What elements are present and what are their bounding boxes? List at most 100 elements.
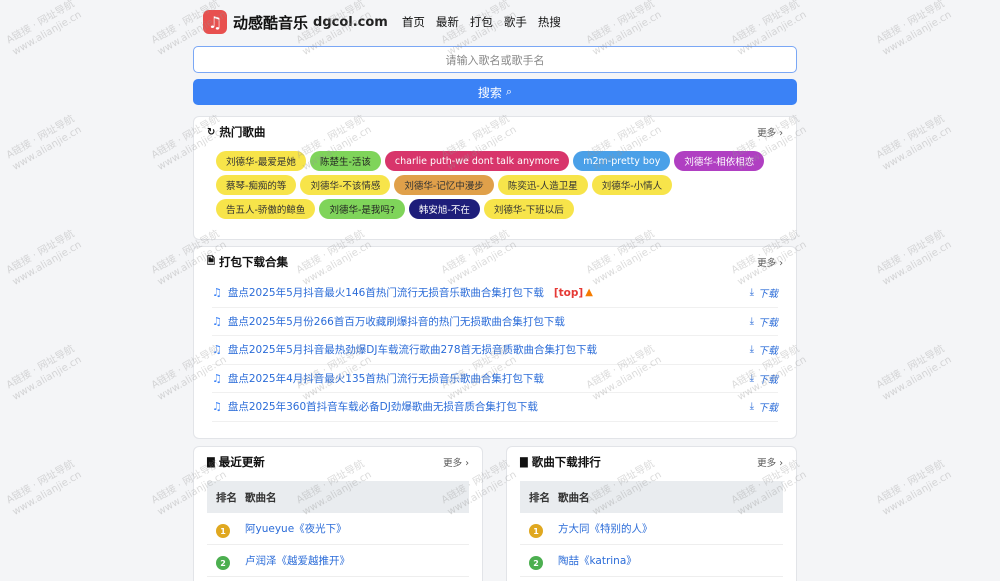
song-link[interactable]: 卢润泽《越爱越推开》 xyxy=(245,553,350,568)
col-rank: 排名 xyxy=(216,491,237,504)
hot-song-tag[interactable]: 刘德华-下班以后 xyxy=(483,199,574,219)
header: ♫ 动感酷音乐 dgcol.com 首页 最新 打包 歌手 热搜 xyxy=(203,8,572,36)
song-link[interactable]: 阿yueyue《夜光下》 xyxy=(245,521,347,536)
latest-table-header: 排名 歌曲名 xyxy=(207,481,469,513)
nav-home[interactable]: 首页 xyxy=(402,14,425,30)
hot-song-tag[interactable]: 刘德华-小情人 xyxy=(591,175,673,195)
site-name[interactable]: 动感酷音乐 xyxy=(233,12,308,33)
music-note-icon: ♫ xyxy=(212,286,222,300)
download-label: 下载 xyxy=(758,374,778,386)
watermark: A链接 · 网址导航 www.alianjie.cn xyxy=(4,458,84,518)
latest-title-text: 最近更新 xyxy=(218,455,265,469)
watermark: A链接 · 网址导航 www.alianjie.cn xyxy=(4,113,84,173)
music-note-icon: ♫ xyxy=(212,343,222,357)
watermark: A链接 · 网址导航 www.alianjie.cn xyxy=(4,343,84,403)
ranking-title-text: 歌曲下载排行 xyxy=(531,455,601,469)
pack-download-title-text: 打包下载合集 xyxy=(219,255,289,269)
download-link[interactable]: ⤓ 下载 xyxy=(750,371,778,386)
pack-download-title: 🗎 打包下载合集 xyxy=(207,254,288,271)
music-note-icon: ♫ xyxy=(212,400,222,414)
pack-row: ♫ 盘点2025年5月抖音最火146首热门流行无损音乐歌曲合集打包下载 [top] ▲… xyxy=(212,279,778,308)
main-nav: 首页 最新 打包 歌手 热搜 xyxy=(402,14,572,30)
pack-link[interactable]: 盘点2025年5月份266首百万收藏刷爆抖音的热门无损歌曲合集打包下载 xyxy=(228,314,565,329)
nav-packs[interactable]: 打包 xyxy=(470,14,493,30)
search-button-label: 搜索 xyxy=(477,85,502,100)
pack-more-link[interactable]: 更多 › xyxy=(757,255,783,269)
pack-row: ♫ 盘点2025年360首抖音车载必备DJ劲爆歌曲无损音质合集打包下载 ⤓ 下载 xyxy=(212,393,778,422)
table-row: 1 阿yueyue《夜光下》 xyxy=(207,513,469,545)
history-icon: ↻ xyxy=(207,126,216,138)
document-icon: 🗎 xyxy=(207,255,216,267)
latest-more-link[interactable]: 更多 › xyxy=(443,455,469,469)
hot-song-tag[interactable]: 刘德华-最爱是她 xyxy=(216,151,306,171)
download-label: 下载 xyxy=(758,346,778,358)
table-row: 2 陶喆《katrina》 xyxy=(520,545,783,577)
hot-song-tag[interactable]: 陈楚生-活该 xyxy=(309,151,381,171)
hot-song-tags: 刘德华-最爱是她 陈楚生-活该 charlie puth-we dont talk … xyxy=(194,147,796,223)
hot-song-tag[interactable]: charlie puth-we dont talk anymore xyxy=(384,151,570,171)
hot-song-tag[interactable]: m2m-pretty boy xyxy=(573,151,671,171)
search-icon: ⌕ xyxy=(505,85,513,98)
pack-row: ♫ 盘点2025年5月份266首百万收藏刷爆抖音的热门无损歌曲合集打包下载 ⤓ 下载 xyxy=(212,308,778,336)
nav-latest[interactable]: 最新 xyxy=(436,14,459,30)
song-link[interactable]: 陶喆《katrina》 xyxy=(558,553,637,568)
watermark: A链接 · 网址导航 www.alianjie.cn xyxy=(4,228,84,288)
pack-link[interactable]: 盘点2025年360首抖音车载必备DJ劲爆歌曲无损音质合集打包下载 xyxy=(228,399,538,414)
top-badge: [top] xyxy=(553,286,584,299)
search-input[interactable]: 请输入歌名或歌手名 xyxy=(193,46,797,73)
hot-song-tag[interactable]: 刘德华-不该情感 xyxy=(300,175,391,195)
hot-song-tag[interactable]: 陈奕迅-人造卫星 xyxy=(497,175,588,195)
hot-song-tag[interactable]: 刘德华-相依相恋 xyxy=(674,151,765,171)
latest-title: ▇ 最近更新 xyxy=(207,454,265,470)
pack-list: ♫ 盘点2025年5月抖音最火146首热门流行无损音乐歌曲合集打包下载 [top] ▲… xyxy=(194,277,796,422)
nav-hot-search[interactable]: 热搜 xyxy=(538,14,561,30)
rank-badge: 1 xyxy=(216,524,230,539)
watermark: A链接 · 网址导航 www.alianjie.cn xyxy=(4,0,84,58)
hot-songs-more-link[interactable]: 更多 › xyxy=(757,125,783,139)
music-note-icon: ♫ xyxy=(212,371,222,385)
ranking-title: ▇ 歌曲下载排行 xyxy=(520,454,601,470)
watermark: A链接 · 网址导航 www.alianjie.cn xyxy=(874,343,954,403)
hot-song-tag[interactable]: 刘德华-是我吗? xyxy=(319,199,405,219)
ranking-table-header: 排名 歌曲名 xyxy=(520,481,783,513)
download-link[interactable]: ⤓ 下载 xyxy=(750,285,778,300)
download-link[interactable]: ⤓ 下载 xyxy=(750,342,778,357)
hot-song-tag[interactable]: 告五人-骄傲的鲸鱼 xyxy=(216,199,316,219)
song-link[interactable]: 方大同《特别的人》 xyxy=(558,521,653,536)
pack-link[interactable]: 盘点2025年5月抖音最火146首热门流行无损音乐歌曲合集打包下载 xyxy=(228,285,544,300)
rank-badge: 2 xyxy=(216,556,230,571)
table-row: 1 方大同《特别的人》 xyxy=(520,513,783,545)
page: ♫ 动感酷音乐 dgcol.com 首页 最新 打包 歌手 热搜 请输入歌名或歌… xyxy=(0,0,1000,581)
music-logo-icon[interactable]: ♫ xyxy=(203,10,227,34)
hot-songs-card: ↻ 热门歌曲 更多 › 刘德华-最爱是她 陈楚生-活该 charlie puth-w… xyxy=(193,116,797,240)
hot-songs-title: ↻ 热门歌曲 xyxy=(207,124,265,140)
site-domain[interactable]: dgcol.com xyxy=(313,15,388,30)
hot-song-tag[interactable]: 韩安旭-不在 xyxy=(408,199,480,219)
ranking-more-link[interactable]: 更多 › xyxy=(757,455,783,469)
search-button[interactable]: 搜索 ⌕ xyxy=(193,79,797,105)
watermark: A链接 · 网址导航 www.alianjie.cn xyxy=(874,0,954,58)
watermark: A链接 · 网址导航 www.alianjie.cn xyxy=(874,113,954,173)
download-icon: ⤓ xyxy=(749,344,754,356)
download-ranking-card: ▇ 歌曲下载排行 更多 › 排名 歌曲名 1 方大同《特别的人》 2 陶喆《katri… xyxy=(506,446,797,581)
rank-badge: 1 xyxy=(529,524,543,539)
fire-icon: ▲ xyxy=(585,287,593,299)
download-icon: ⤓ xyxy=(749,372,754,384)
nav-singers[interactable]: 歌手 xyxy=(504,14,527,30)
download-icon: ⤓ xyxy=(749,287,754,299)
latest-updates-card: ▇ 最近更新 更多 › 排名 歌曲名 1 阿yueyue《夜光下》 2 卢润泽《越爱越… xyxy=(193,446,483,581)
download-label: 下载 xyxy=(758,403,778,415)
download-link[interactable]: ⤓ 下载 xyxy=(750,399,778,414)
rank-cell: 2 xyxy=(207,551,245,571)
hot-song-tag[interactable]: 刘德华-记忆中漫步 xyxy=(394,175,494,195)
pack-link[interactable]: 盘点2025年5月抖音最热劲爆DJ车载流行歌曲278首无损音质歌曲合集打包下载 xyxy=(228,342,597,357)
rank-cell: 1 xyxy=(520,519,558,539)
table-row: 2 卢润泽《越爱越推开》 xyxy=(207,545,469,577)
ranking-table: 排名 歌曲名 1 方大同《特别的人》 2 陶喆《katrina》 xyxy=(520,481,783,577)
pack-link[interactable]: 盘点2025年4月抖音最火135首热门流行无损音乐歌曲合集打包下载 xyxy=(228,371,544,386)
download-link[interactable]: ⤓ 下载 xyxy=(750,314,778,329)
pack-download-card: 🗎 打包下载合集 更多 › ♫ 盘点2025年5月抖音最火146首热门流行无损音乐… xyxy=(193,246,797,439)
bar-chart-icon: ▇ xyxy=(520,456,528,468)
hot-song-tag[interactable]: 蔡琴-痴痴的等 xyxy=(216,175,297,195)
watermark: A链接 · 网址导航 www.alianjie.cn xyxy=(874,228,954,288)
